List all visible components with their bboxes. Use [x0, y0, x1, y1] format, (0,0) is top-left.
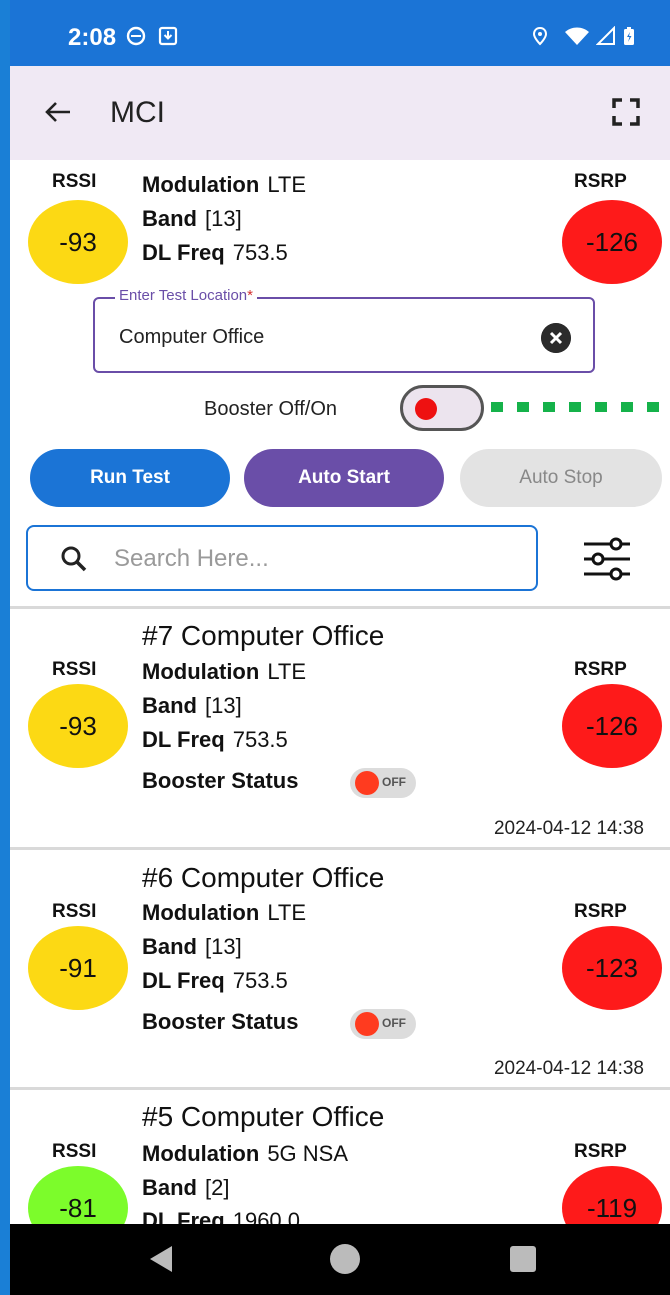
dl-freq-label: DL Freq — [142, 240, 225, 265]
test-location-value: Computer Office — [119, 326, 265, 348]
modulation-row: Modulation 5G NSA — [142, 1141, 349, 1166]
rssi-label: RSSI — [52, 901, 97, 922]
rssi-label: RSSI — [52, 171, 97, 192]
modulation-label: Modulation — [142, 172, 260, 197]
clear-icon[interactable] — [541, 323, 571, 353]
system-nav-bar — [10, 1224, 670, 1295]
battery-icon — [624, 27, 634, 45]
rsrp-label: RSRP — [574, 901, 627, 922]
dl-freq-row: DL Freq 753.5 — [142, 968, 288, 993]
run-test-button[interactable]: Run Test — [30, 449, 230, 507]
card-divider — [10, 606, 670, 609]
modulation-row: Modulation LTE — [142, 900, 307, 925]
sync-icon — [126, 26, 146, 46]
modulation-row: Modulation LTE — [142, 659, 307, 684]
dl-freq-value: 753.5 — [232, 240, 288, 265]
band-row: Band [13] — [142, 206, 242, 232]
location-icon — [532, 26, 548, 46]
band-value: [13] — [205, 206, 242, 231]
rssi-value-circle: -91 — [28, 926, 128, 1010]
result-timestamp: 2024-04-12 14:38 — [493, 1058, 644, 1079]
booster-status-toggle: OFF — [350, 1009, 416, 1039]
dl-freq-row: DL Freq 753.5 — [142, 240, 288, 266]
rsrp-value-circle: -126 — [562, 200, 662, 284]
nav-home-icon[interactable] — [330, 1244, 360, 1274]
band-row: Band [13] — [142, 693, 242, 718]
result-title: #7 Computer Office — [142, 620, 385, 651]
card-divider — [10, 847, 670, 850]
booster-toggle[interactable] — [400, 385, 484, 431]
rssi-label: RSSI — [52, 659, 97, 680]
rssi-value-circle: -93 — [28, 684, 128, 768]
booster-label: Booster Off/On — [204, 398, 338, 420]
download-icon — [158, 26, 178, 46]
page-title: MCI — [110, 96, 165, 129]
result-timestamp: 2024-04-12 14:38 — [493, 818, 644, 839]
booster-status-toggle: OFF — [350, 768, 416, 798]
booster-status-label: Booster Status — [142, 768, 299, 793]
app-bar: MCI — [10, 66, 670, 160]
rsrp-label: RSRP — [574, 1141, 627, 1162]
wifi-icon — [565, 27, 589, 45]
auto-stop-button[interactable]: Auto Stop — [460, 449, 662, 507]
status-time: 2:08 — [68, 24, 117, 51]
result-title: #5 Computer Office — [142, 1101, 385, 1132]
nav-recents-icon[interactable] — [510, 1246, 536, 1272]
rsrp-value-circle: -123 — [562, 926, 662, 1010]
filter-sliders-icon[interactable] — [582, 536, 632, 582]
back-arrow-icon[interactable] — [40, 94, 76, 130]
modulation-value: LTE — [267, 172, 307, 197]
rsrp-label: RSRP — [574, 659, 627, 680]
rssi-value-circle: -93 — [28, 200, 128, 284]
fullscreen-icon[interactable] — [612, 98, 640, 126]
booster-link-line — [491, 402, 670, 412]
modulation-row: Modulation LTE — [142, 172, 306, 198]
search-icon — [61, 546, 87, 572]
booster-toggle-knob — [415, 398, 437, 420]
result-title: #6 Computer Office — [142, 862, 385, 893]
test-location-field[interactable]: Enter Test Location* Computer Office — [93, 287, 595, 373]
band-label: Band — [142, 206, 197, 231]
band-row: Band [2] — [142, 1175, 230, 1200]
band-row: Band [13] — [142, 934, 242, 959]
phone-screen: 2:08 MCI RSSI -93 RSRP -126 Modulation L… — [10, 0, 670, 1295]
auto-start-button[interactable]: Auto Start — [244, 449, 444, 507]
nav-back-icon[interactable] — [150, 1246, 172, 1272]
search-box — [26, 525, 538, 591]
search-input[interactable] — [114, 539, 514, 579]
rsrp-value-circle: -126 — [562, 684, 662, 768]
status-bar: 2:08 — [10, 0, 670, 66]
rssi-label: RSSI — [52, 1141, 97, 1162]
cellular-icon — [596, 26, 615, 45]
rsrp-label: RSRP — [574, 171, 627, 192]
card-divider — [10, 1087, 670, 1090]
test-location-label: Enter Test Location* — [115, 287, 257, 304]
booster-status-label: Booster Status — [142, 1009, 299, 1034]
dl-freq-row: DL Freq 753.5 — [142, 727, 288, 752]
